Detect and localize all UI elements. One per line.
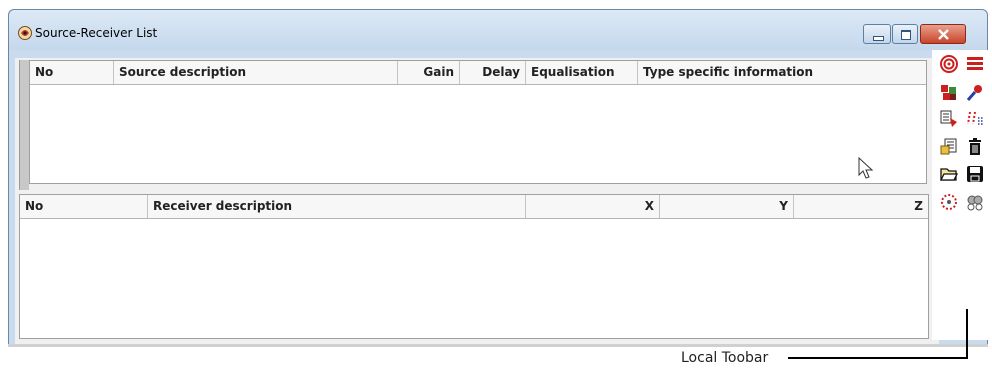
close-button[interactable]: [920, 24, 966, 44]
import-icon[interactable]: [939, 137, 959, 157]
callout-line: [788, 357, 968, 359]
col-header-equalisation[interactable]: Equalisation: [526, 61, 638, 84]
window-bottom-edge: [8, 344, 988, 347]
col-header-source-description[interactable]: Source description: [114, 61, 398, 84]
source-table[interactable]: No Source description Gain Delay Equalis…: [29, 60, 927, 184]
minimize-button[interactable]: [863, 24, 891, 44]
edit-sources-icon[interactable]: [939, 83, 959, 103]
app-window: Source-Receiver List No Source descripti…: [8, 9, 988, 345]
callout-line: [966, 309, 968, 359]
app-icon: [18, 26, 32, 40]
save-icon[interactable]: [965, 164, 985, 184]
target-icon[interactable]: [939, 54, 959, 74]
receiver-table[interactable]: No Receiver description X Y Z: [19, 194, 929, 339]
col-header-x[interactable]: X: [526, 195, 660, 218]
callout-label: Local Toobar: [681, 350, 769, 366]
maximize-button[interactable]: [892, 24, 918, 44]
circle-dots-icon[interactable]: [939, 192, 959, 212]
col-header-no[interactable]: No: [30, 61, 114, 84]
open-folder-icon[interactable]: [939, 164, 959, 184]
client-area: No Source description Gain Delay Equalis…: [15, 58, 939, 345]
delete-icon[interactable]: [965, 137, 985, 157]
list-lines-icon[interactable]: [965, 54, 985, 74]
col-header-type-specific-information[interactable]: Type specific information: [638, 61, 924, 84]
close-icon: [938, 29, 949, 40]
local-toolbar: [932, 50, 988, 340]
splitter-strip[interactable]: [19, 60, 29, 190]
microphone-icon[interactable]: [965, 83, 985, 103]
receiver-table-header: No Receiver description X Y Z: [20, 195, 928, 219]
col-header-receiver-description[interactable]: Receiver description: [148, 195, 526, 218]
maximize-icon: [901, 30, 911, 40]
mouse-cursor-icon: [858, 157, 874, 179]
col-header-gain[interactable]: Gain: [398, 61, 460, 84]
link-icon[interactable]: [965, 192, 985, 212]
col-header-delay[interactable]: Delay: [460, 61, 526, 84]
window-title: Source-Receiver List: [35, 26, 158, 40]
source-table-header: No Source description Gain Delay Equalis…: [30, 61, 926, 85]
col-header-no[interactable]: No: [20, 195, 148, 218]
title-bar[interactable]: Source-Receiver List: [9, 10, 987, 50]
grid-dots-icon[interactable]: [965, 109, 985, 129]
copy-icon[interactable]: [939, 109, 959, 129]
col-header-y[interactable]: Y: [660, 195, 794, 218]
col-header-z[interactable]: Z: [794, 195, 928, 218]
minimize-icon: [873, 36, 884, 41]
